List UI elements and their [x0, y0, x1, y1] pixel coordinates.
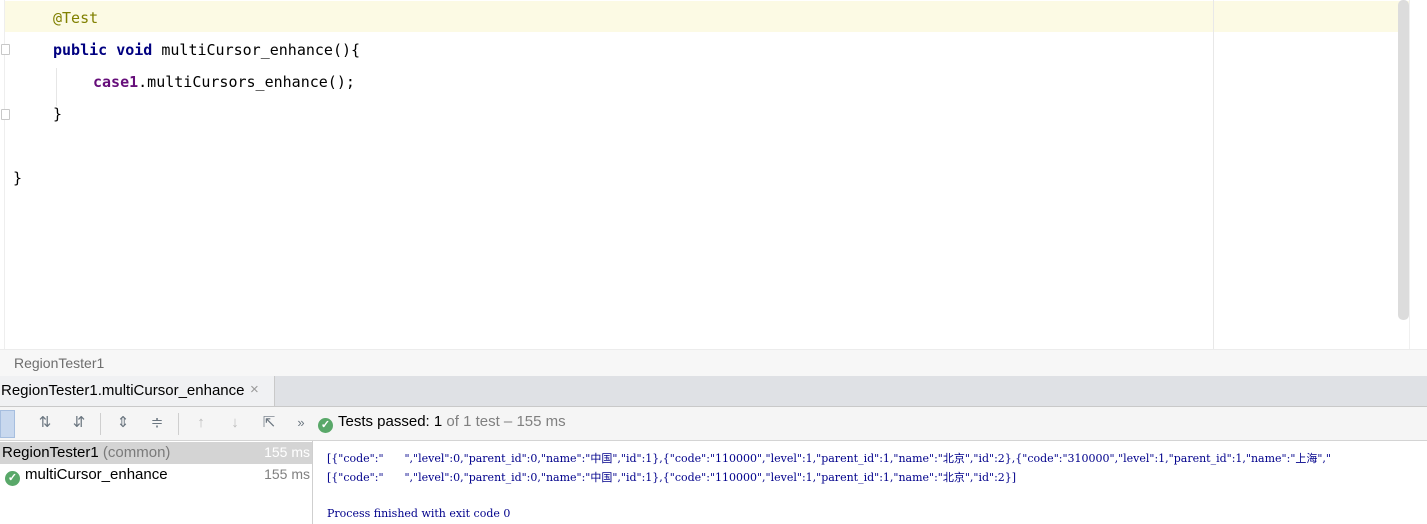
right-margin-guide — [1213, 0, 1214, 349]
field-reference: case1 — [93, 73, 139, 91]
toggle-passed-icon[interactable] — [0, 410, 15, 438]
passed-check-icon: ✓ — [5, 471, 20, 486]
tree-root-qualifier: (common) — [102, 444, 171, 461]
sort-by-duration-icon[interactable]: ⇵ — [68, 412, 90, 434]
status-suffix: of 1 test – 155 ms — [442, 413, 566, 430]
console-output[interactable]: [{"code":" ","level":0,"parent_id":0,"na… — [313, 441, 1427, 524]
sort-alphabetically-icon[interactable]: ⇅ — [34, 412, 56, 434]
close-icon[interactable]: × — [250, 381, 259, 398]
tree-root-name: RegionTester1 — [2, 444, 99, 461]
export-results-icon[interactable]: ⇱ — [258, 412, 280, 434]
status-prefix: Tests passed: — [338, 413, 434, 430]
method-call: .multiCursors_enhance(); — [138, 73, 355, 91]
tree-child-item[interactable]: ✓ multiCursor_enhance 155 ms — [0, 464, 312, 486]
console-line: [{"code":" ","level":0,"parent_id":0,"na… — [327, 452, 1331, 465]
class-close-brace: } — [13, 169, 23, 187]
collapse-all-icon[interactable]: ≑ — [146, 412, 168, 434]
console-line: [{"code":" ","level":0,"parent_id":0,"na… — [327, 471, 1017, 484]
toolbar-separator — [178, 413, 179, 435]
next-failed-icon[interactable]: ↓ — [224, 412, 246, 434]
expand-all-icon[interactable]: ⇕ — [112, 412, 134, 434]
tree-root-item[interactable]: RegionTester1 (common) 155 ms — [0, 442, 312, 464]
tree-child-name: multiCursor_enhance — [25, 466, 168, 483]
test-runner-toolbar: ⇅ ⇵ ⇕ ≑ ↑ ↓ ⇱ » ✓ Tests passed: 1 of 1 te… — [0, 407, 1427, 441]
check-icon: ✓ — [318, 418, 333, 433]
tree-root-time: 155 ms — [264, 444, 310, 460]
code-editor[interactable]: @Test public void multiCursor_enhance(){… — [0, 0, 1427, 349]
method-call-line: case1.multiCursors_enhance(); — [93, 72, 355, 92]
toolbar-separator — [100, 413, 101, 435]
run-tab[interactable]: RegionTester1.multiCursor_enhance × — [0, 376, 275, 406]
method-close-brace: } — [53, 105, 63, 123]
fold-marker-icon[interactable] — [1, 109, 10, 120]
test-status: ✓ Tests passed: 1 of 1 test – 155 ms — [318, 413, 566, 433]
editor-scrollbar-thumb[interactable] — [1398, 0, 1409, 320]
fold-marker-icon[interactable] — [1, 44, 10, 55]
method-declaration: public void multiCursor_enhance(){ — [53, 40, 360, 60]
current-line-highlight — [5, 1, 1409, 32]
indent-guide — [56, 68, 57, 106]
status-count: 1 — [433, 413, 443, 430]
console-process-finished: Process finished with exit code 0 — [327, 507, 511, 520]
previous-failed-icon[interactable]: ↑ — [190, 412, 212, 434]
keyword-void: void — [116, 41, 153, 59]
editor-scrollbar-track[interactable] — [1409, 0, 1427, 349]
breadcrumb-class[interactable]: RegionTester1 — [14, 355, 104, 371]
more-actions-icon[interactable]: » — [290, 412, 312, 434]
run-tab-bar: RegionTester1.multiCursor_enhance × — [0, 376, 1427, 407]
method-signature: multiCursor_enhance(){ — [152, 41, 361, 59]
test-tree: RegionTester1 (common) 155 ms ✓ multiCurs… — [0, 441, 313, 524]
tree-child-time: 155 ms — [264, 466, 310, 482]
annotation-test: @Test — [53, 9, 99, 27]
run-tab-label: RegionTester1.multiCursor_enhance — [1, 382, 245, 399]
keyword-public: public — [53, 41, 108, 59]
breadcrumb: RegionTester1 — [0, 349, 1427, 377]
